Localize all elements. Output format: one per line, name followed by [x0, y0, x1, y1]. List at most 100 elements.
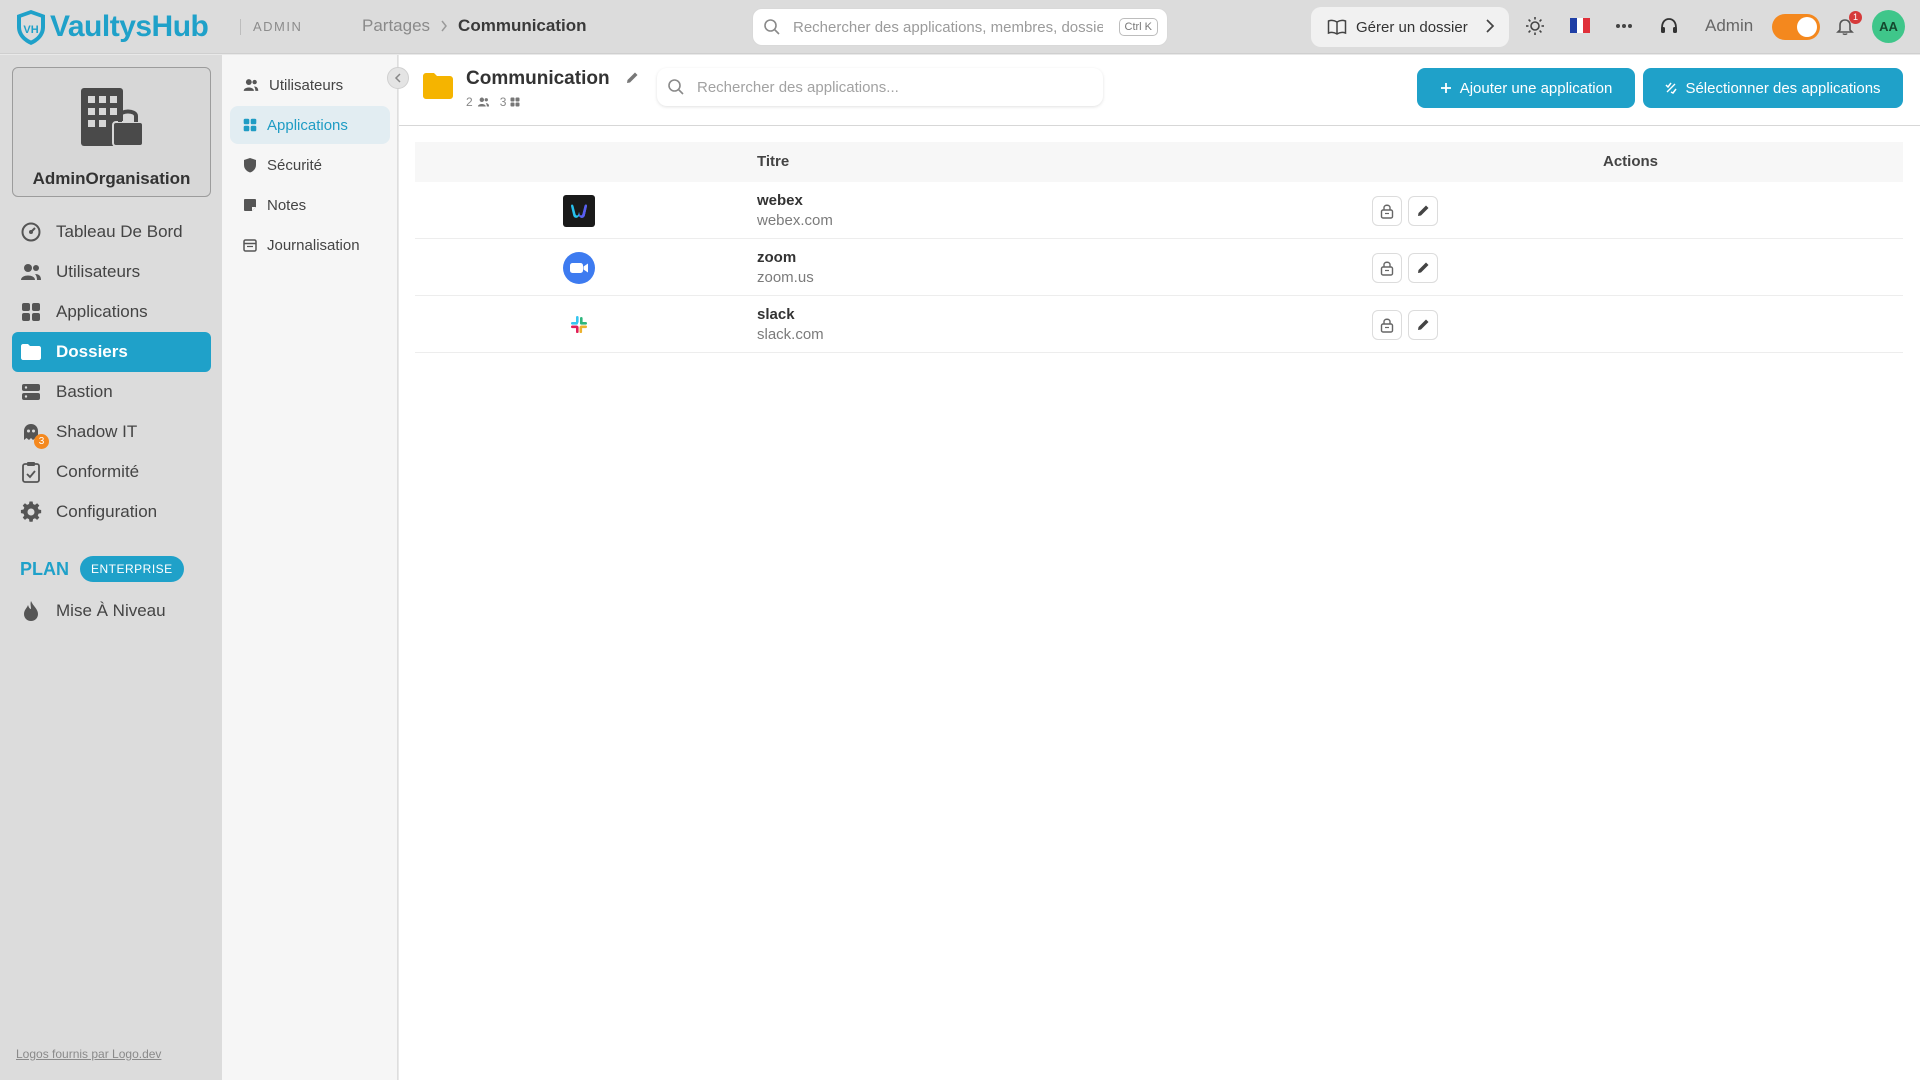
flame-icon: [20, 600, 42, 622]
multi-select-icon: [1665, 82, 1678, 94]
sidebar-item-label: Configuration: [56, 502, 158, 521]
org-card[interactable]: AdminOrganisation: [12, 67, 211, 197]
plan-badge: ENTERPRISE: [80, 556, 184, 582]
sidebar-item-label: Conformité: [56, 462, 140, 481]
tab-notes[interactable]: Notes: [230, 186, 390, 224]
pencil-icon: [1418, 262, 1429, 273]
sidebar-nav: Tableau De Bord Utilisateurs Application…: [12, 212, 211, 532]
apps-count: 3: [499, 95, 507, 109]
sidebar: AdminOrganisation Tableau De Bord Utilis…: [0, 55, 222, 1080]
sidebar-item-label: Shadow IT: [56, 422, 138, 441]
sidebar-item-configuration[interactable]: Configuration: [12, 492, 211, 532]
global-search[interactable]: Ctrl K: [752, 8, 1168, 46]
users-icon: [243, 79, 259, 91]
sidebar-item-upgrade[interactable]: Mise À Niveau: [12, 591, 211, 631]
tab-logging[interactable]: Journalisation: [230, 226, 390, 264]
support-icon[interactable]: [1658, 15, 1680, 37]
sidebar-item-label: Tableau De Bord: [56, 222, 183, 241]
plan-section: PLAN ENTERPRISE: [20, 556, 184, 582]
breadcrumb-current: Communication: [458, 16, 587, 35]
sidebar-item-applications[interactable]: Applications: [12, 292, 211, 332]
breadcrumb: Partages Communication: [362, 16, 587, 36]
sidebar-item-folders[interactable]: Dossiers: [12, 332, 211, 372]
shadow-it-badge: 3: [34, 434, 49, 449]
search-icon: [668, 79, 684, 95]
edit-button[interactable]: [1408, 253, 1438, 283]
apps-icon: [20, 301, 42, 323]
upgrade-section: Mise À Niveau: [12, 591, 211, 631]
avatar[interactable]: AA: [1872, 10, 1905, 43]
server-icon: [20, 381, 42, 403]
sidebar-item-bastion[interactable]: Bastion: [12, 372, 211, 412]
building-lock-icon: [81, 88, 144, 147]
apps-icon: [243, 118, 257, 132]
chevron-left-icon: [394, 73, 401, 83]
applications-table: Titre Actions webex webex.com zoom zoom.…: [415, 142, 1903, 353]
app-search-input[interactable]: [697, 78, 1077, 96]
sidebar-item-shadow-it[interactable]: 3 Shadow IT: [12, 412, 211, 452]
upgrade-label: Mise À Niveau: [56, 601, 166, 620]
more-icon[interactable]: [1613, 15, 1635, 37]
tab-applications[interactable]: Applications: [230, 106, 390, 144]
webex-logo-icon: [563, 195, 595, 227]
select-applications-label: Sélectionner des applications: [1685, 79, 1881, 97]
add-application-button[interactable]: Ajouter une application: [1417, 68, 1635, 108]
table-row[interactable]: slack slack.com: [415, 296, 1903, 353]
gear-icon: [20, 501, 42, 523]
manage-folder-button[interactable]: Gérer un dossier: [1311, 7, 1509, 47]
tab-security[interactable]: Sécurité: [230, 146, 390, 184]
column-title: Titre: [757, 153, 790, 170]
lock-icon: [1380, 318, 1394, 333]
page-title: Communication: [466, 68, 610, 89]
edit-button[interactable]: [1408, 196, 1438, 226]
brand-logo[interactable]: VH VaultysHub: [14, 8, 209, 46]
breadcrumb-parent[interactable]: Partages: [362, 16, 430, 36]
sidebar-item-users[interactable]: Utilisateurs: [12, 252, 211, 292]
slack-logo-icon: [563, 309, 595, 341]
flag-fr-icon[interactable]: [1570, 18, 1591, 33]
admin-mode-toggle[interactable]: [1772, 14, 1820, 40]
tab-label: Utilisateurs: [269, 76, 344, 94]
lock-icon: [1380, 261, 1394, 276]
pencil-icon: [1418, 205, 1429, 216]
shield-icon: [244, 158, 256, 173]
note-icon: [244, 199, 256, 211]
users-icon: [20, 261, 42, 283]
tab-label: Sécurité: [267, 156, 323, 174]
lock-icon: [1380, 204, 1394, 219]
top-bar: VH VaultysHub ADMIN Partages Communicati…: [0, 0, 1920, 54]
shield-logo-icon: VH: [17, 10, 45, 45]
tab-users[interactable]: Utilisateurs: [230, 66, 390, 104]
zoom-logo-icon: [563, 252, 595, 284]
collapse-subnav-button[interactable]: [387, 67, 409, 89]
tab-label: Journalisation: [267, 236, 360, 254]
chevron-right-icon: [1486, 19, 1495, 33]
lock-button[interactable]: [1372, 310, 1402, 340]
app-search[interactable]: [657, 68, 1103, 106]
book-icon: [1327, 19, 1347, 35]
global-search-input[interactable]: [793, 18, 1103, 36]
main-content: Communication 2 3 Ajouter une applicatio…: [399, 55, 1920, 1080]
app-name: webex: [757, 192, 803, 209]
logo-dev-credit-link[interactable]: Logos fournis par Logo.dev: [16, 1047, 161, 1061]
clipboard-icon: [20, 461, 42, 483]
select-applications-button[interactable]: Sélectionner des applications: [1643, 68, 1903, 108]
app-domain: slack.com: [757, 326, 824, 343]
sidebar-item-dashboard[interactable]: Tableau De Bord: [12, 212, 211, 252]
table-row[interactable]: webex webex.com: [415, 182, 1903, 239]
table-row[interactable]: zoom zoom.us: [415, 239, 1903, 296]
app-name: slack: [757, 306, 795, 323]
svg-text:VH: VH: [23, 24, 38, 36]
sun-icon[interactable]: [1524, 15, 1546, 37]
lock-button[interactable]: [1372, 253, 1402, 283]
lock-button[interactable]: [1372, 196, 1402, 226]
folder-icon: [20, 341, 42, 363]
sidebar-item-label: Dossiers: [56, 342, 128, 361]
pencil-icon[interactable]: [625, 71, 639, 85]
members-count: 2: [466, 95, 473, 109]
sidebar-item-label: Applications: [56, 302, 148, 321]
plan-label: PLAN: [20, 558, 69, 579]
sidebar-item-compliance[interactable]: Conformité: [12, 452, 211, 492]
edit-button[interactable]: [1408, 310, 1438, 340]
add-application-label: Ajouter une application: [1459, 79, 1613, 97]
